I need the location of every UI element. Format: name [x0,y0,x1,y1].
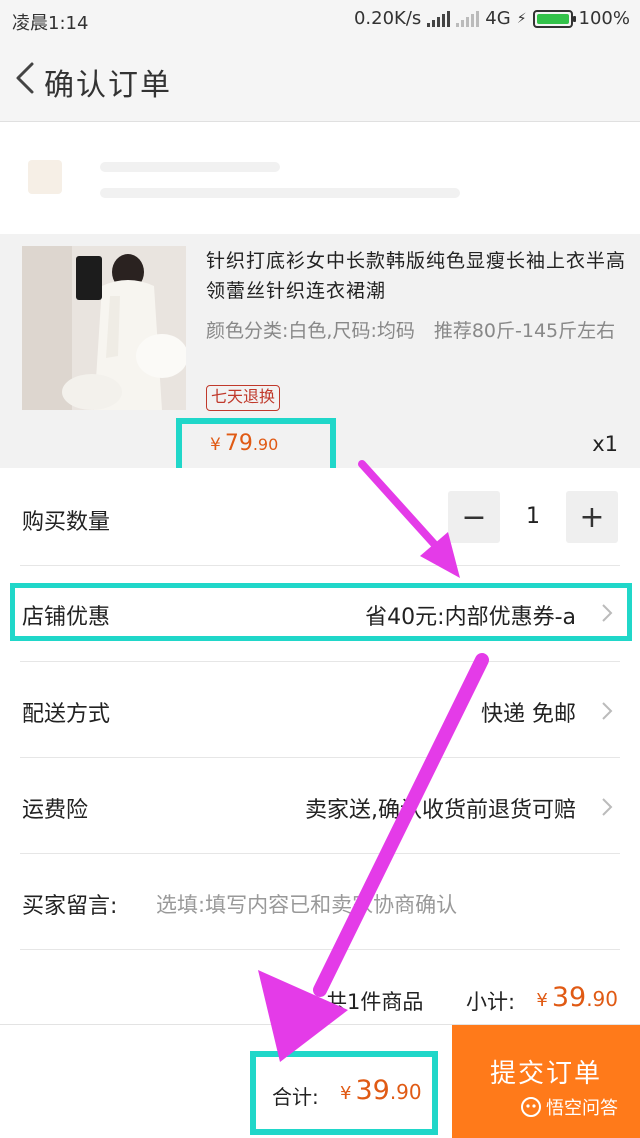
buyer-message-row: 买家留言: 选填:填写内容已和卖家协商确认 [0,854,640,950]
discount-highlight-box [10,583,632,641]
delivery-value: 快递 免邮 [481,702,576,727]
quantity-value[interactable]: 1 [526,504,540,529]
submit-order-label: 提交订单 [489,1058,602,1089]
address-blur-line [100,162,280,172]
watermark-text: 悟空问答 [546,1098,618,1119]
submit-order-button[interactable]: 提交订单 [452,1025,640,1138]
total-integer: 39 [355,1075,390,1106]
insurance-row[interactable]: 运费险 卖家送,确认收货前退货可赔 [0,758,640,854]
insurance-label: 运费险 [22,798,89,823]
subtotal-integer: 39 [551,982,587,1013]
subtotal-row: 共1件商品 小计: ¥39.90 [0,950,640,1024]
minus-icon: − [461,499,487,535]
delivery-label: 配送方式 [22,702,111,727]
subtotal-label: 小计: [466,990,516,1014]
status-bar: 凌晨1:14 0.20K/s 4G ⚡ 100% [0,0,640,38]
chevron-left-icon [16,62,34,94]
subtotal-decimal: .90 [586,987,618,1011]
back-button[interactable] [12,60,38,96]
product-quantity: x1 [592,432,618,456]
charging-icon: ⚡ [516,10,527,27]
address-blur-line [100,188,460,198]
status-icons: 0.20K/s 4G ⚡ 100% [354,8,630,29]
price-symbol: ¥ [210,435,221,455]
plus-icon: + [579,499,605,535]
product-image[interactable] [22,246,186,410]
total-label: 合计: [272,1085,319,1109]
product-spec: 颜色分类:白色,尺码:均码 推荐80斤-145斤左右 [206,320,616,342]
item-count: 共1件商品 [326,990,424,1014]
status-time: 凌晨1:14 [12,13,89,34]
chevron-right-icon [602,702,613,720]
increase-quantity-button[interactable]: + [566,491,618,543]
checkout-bar: 合计: ¥39.90 提交订单 [0,1024,640,1138]
product-title[interactable]: 针织打底衫女中长款韩版纯色显瘦长袖上衣半高领蕾丝针织连衣裙潮 [206,246,626,306]
signal-secondary-icon [456,10,480,27]
watermark: 悟空问答 [520,1094,618,1120]
wukong-logo-icon [521,1097,541,1117]
product-price: ¥79.90 [210,431,278,456]
price-integer: 79 [224,431,253,456]
network-speed: 0.20K/s [353,8,422,29]
quantity-row: 购买数量 − 1 + [0,468,640,566]
battery-percent: 100% [578,8,630,29]
total-symbol: ¥ [340,1083,352,1104]
insurance-value: 卖家送,确认收货前退货可赔 [305,798,576,823]
signal-icon [427,10,451,27]
network-type: 4G [485,8,511,29]
page-title: 确认订单 [44,68,172,103]
chevron-right-icon [602,798,613,816]
buyer-message-label: 买家留言: [22,894,118,919]
page-header: 确认订单 [0,38,640,122]
address-icon [28,160,62,194]
subtotal-price: ¥39.90 [536,982,618,1013]
subtotal-symbol: ¥ [536,990,548,1011]
total-decimal: .90 [389,1080,422,1104]
quantity-label: 购买数量 [22,510,111,535]
decrease-quantity-button[interactable]: − [448,491,500,543]
buyer-message-input[interactable]: 选填:填写内容已和卖家协商确认 [156,889,457,919]
price-highlight-box: ¥79.90 [176,418,336,474]
battery-icon [532,9,576,28]
delivery-row[interactable]: 配送方式 快递 免邮 [0,662,640,758]
total-price: ¥39.90 [340,1075,422,1106]
product-photo [22,246,186,410]
address-section[interactable] [0,122,640,234]
total-highlight-box: 合计: ¥39.90 [250,1051,438,1135]
product-card: 针织打底衫女中长款韩版纯色显瘦长袖上衣半高领蕾丝针织连衣裙潮 颜色分类:白色,尺… [0,234,640,474]
price-decimal: .90 [252,435,279,454]
return-policy-badge: 七天退换 [206,385,281,411]
